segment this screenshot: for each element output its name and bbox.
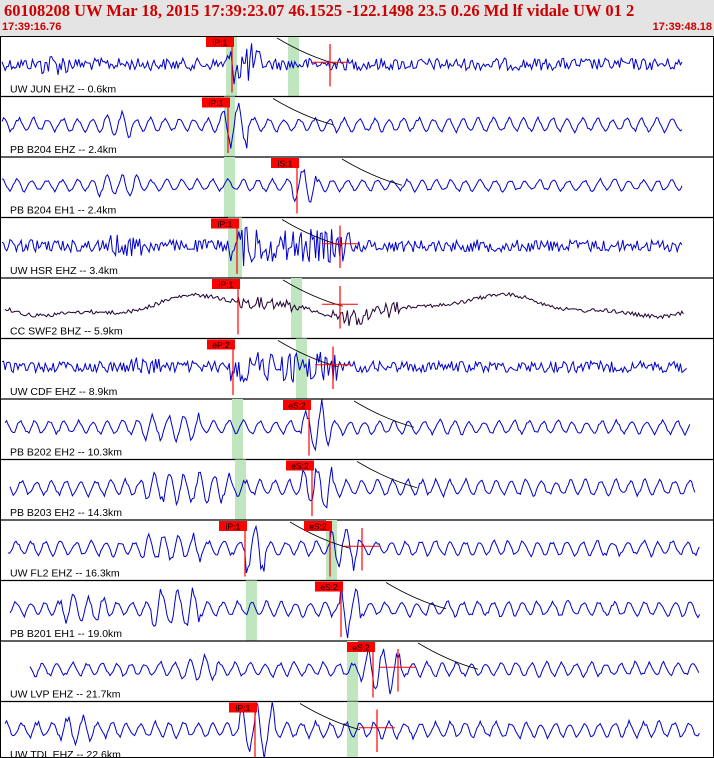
trace-row: eS:2 PB B202 EH2 -- 10.3km xyxy=(0,399,714,461)
window-end-time: 17:39:48.18 xyxy=(652,21,712,33)
pick-label: eS:2 xyxy=(291,461,309,471)
trace-row: iP:1 CC SWF2 BHZ -- 5.9km xyxy=(0,278,714,340)
trace-row: iP:1 UW TDL EHZ -- 22.6km xyxy=(4,700,700,758)
station-label: UW LVP EHZ -- 21.7km xyxy=(10,689,121,701)
station-label: UW FL2 EHZ -- 16.3km xyxy=(10,568,120,580)
arrival-curve xyxy=(281,219,343,247)
pick-label: iP:1 xyxy=(219,280,234,290)
pick-label: iP:1 xyxy=(218,219,233,229)
trace-row: eS:2 UW LVP EHZ -- 21.7km xyxy=(0,641,714,703)
pick-label: iP:1 xyxy=(226,522,241,532)
trace-row: eP:2 UW CDF EHZ -- 8.9km xyxy=(0,338,714,400)
trace-row: iP:1 PB B204 EHZ -- 2.4km xyxy=(0,96,714,158)
station-label: PB B203 EH2 -- 14.3km xyxy=(10,507,122,519)
waveform-trace[interactable] xyxy=(4,399,691,452)
event-title: 60108208 UW Mar 18, 2015 17:39:23.07 46.… xyxy=(4,1,635,20)
station-label: UW JUN EHZ -- 0.6km xyxy=(10,84,116,96)
event-header: 60108208 UW Mar 18, 2015 17:39:23.07 46.… xyxy=(0,0,714,36)
trace-row: eS:2 PB B203 EH2 -- 14.3km xyxy=(0,459,714,521)
pick-label: eP:2 xyxy=(212,340,230,350)
arrival-curve xyxy=(356,461,418,489)
station-label: UW CDF EHZ -- 8.9km xyxy=(10,386,118,398)
waveform-trace[interactable] xyxy=(1,43,683,85)
waveform-trace[interactable] xyxy=(7,524,700,574)
waveform-trace[interactable] xyxy=(9,466,696,509)
waveform-trace[interactable] xyxy=(1,168,683,203)
trace-row: eS:2 PB B201 EH1 -- 19.0km xyxy=(0,580,714,642)
station-label: UW HSR EHZ -- 3.4km xyxy=(10,265,118,277)
arrival-curve xyxy=(276,37,338,65)
station-label: PB B201 EH1 -- 19.0km xyxy=(10,628,122,640)
arrival-curve xyxy=(417,642,479,670)
trace-row: iS:1 PB B204 EH1 -- 2.4km xyxy=(0,157,714,219)
waveform-trace[interactable] xyxy=(29,648,700,695)
trace-row: iP:1 eS:2 UW FL2 EHZ -- 16.3km xyxy=(0,520,714,582)
pick-label: eS:2 xyxy=(309,522,327,532)
trace-row: iP:1 UW HSR EHZ -- 3.4km xyxy=(0,217,714,279)
arrival-curve xyxy=(277,340,339,368)
station-label: PB B204 EH1 -- 2.4km xyxy=(10,205,116,217)
waveform-trace[interactable] xyxy=(1,102,683,149)
pick-window-band xyxy=(296,338,307,399)
station-label: PB B204 EHZ -- 2.4km xyxy=(10,144,117,156)
station-label: PB B202 EH2 -- 10.3km xyxy=(10,447,122,459)
pick-label: iP:1 xyxy=(236,703,251,713)
station-label: UW TDL EHZ -- 22.6km xyxy=(10,749,121,758)
pick-label: iP:1 xyxy=(213,38,228,48)
pick-label: eS:2 xyxy=(320,582,338,592)
pick-label: eS:2 xyxy=(352,643,370,653)
arrival-curve xyxy=(272,98,334,126)
window-start-time: 17:39:16.76 xyxy=(2,21,62,33)
waveform-trace[interactable] xyxy=(4,291,684,326)
pick-label: eS:2 xyxy=(288,401,306,411)
station-label: CC SWF2 BHZ -- 5.9km xyxy=(10,326,123,338)
pick-label: iS:1 xyxy=(278,159,293,169)
waveform-trace[interactable] xyxy=(1,226,683,267)
waveform-trace[interactable] xyxy=(1,351,688,384)
trace-row: iP:1 UW JUN EHZ -- 0.6km xyxy=(0,36,714,98)
seismogram-panel: iP:1 UW JUN EHZ -- 0.6km iP:1 PB B204 EHZ -… xyxy=(0,36,714,758)
pick-label: iP:1 xyxy=(209,98,224,108)
